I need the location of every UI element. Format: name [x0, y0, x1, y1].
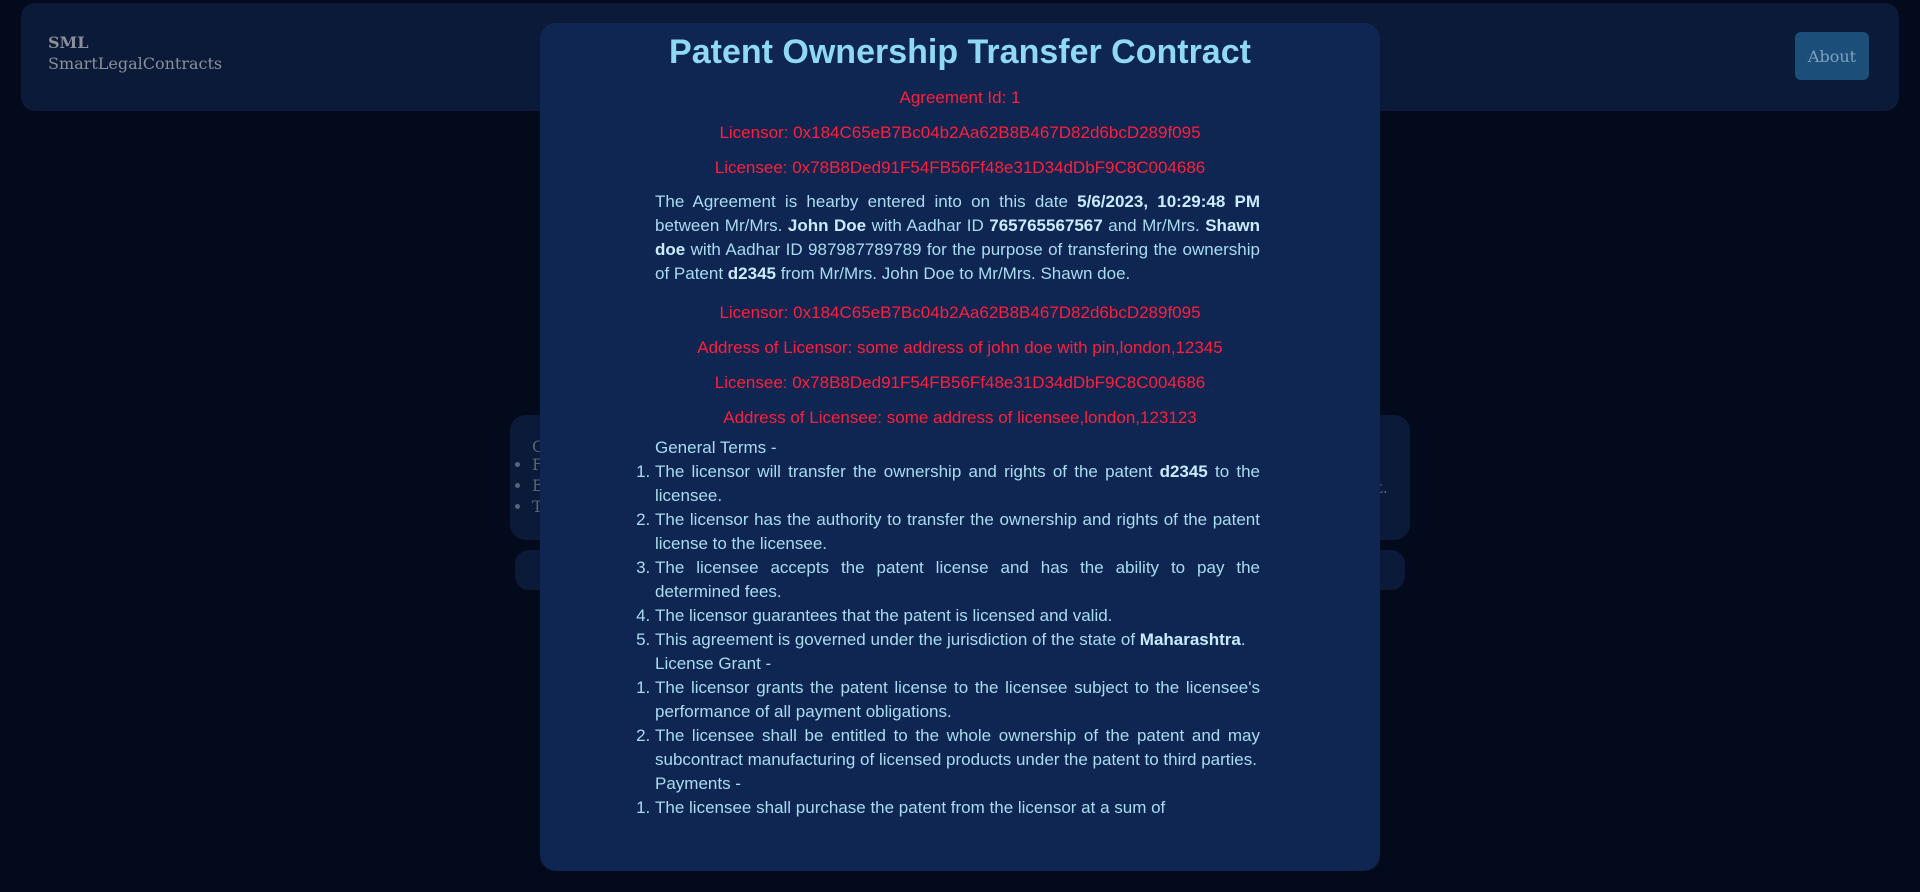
license-grant-list: The licensor grants the patent license t…	[540, 676, 1380, 772]
brand-short: SML	[48, 33, 89, 52]
payments-heading: Payments -	[655, 774, 741, 793]
licensee-wallet: Licensee: 0x78B8Ded91F54FB56Ff48e31D34dD…	[714, 373, 1206, 392]
license-grant-heading: License Grant -	[655, 654, 772, 673]
list-item: The licensee accepts the patent license …	[655, 556, 1260, 604]
agreement-id: Agreement Id: 1	[899, 88, 1021, 107]
agreement-date: 5/6/2023, 10:29:48 PM	[1077, 192, 1260, 211]
background-card-list: F E T	[510, 455, 544, 518]
list-item: The licensor will transfer the ownership…	[655, 460, 1260, 508]
agreement-paragraph: The Agreement is hearby entered into on …	[655, 192, 1261, 283]
brand-long: SmartLegalContracts	[48, 54, 223, 73]
contract-modal[interactable]: Patent Ownership Transfer Contract Agree…	[540, 23, 1380, 871]
general-terms-heading: General Terms -	[655, 438, 777, 457]
general-terms-list: The licensor will transfer the ownership…	[540, 460, 1380, 652]
party1-aadhar: 765765567567	[989, 216, 1103, 235]
list-item: The licensor guarantees that the patent …	[655, 604, 1260, 628]
licensor-address: Address of Licensor: some address of joh…	[697, 338, 1223, 357]
licensee-address: Address of Licensee: some address of lic…	[723, 408, 1197, 427]
list-item: This agreement is governed under the jur…	[655, 628, 1260, 652]
contract-content: Patent Ownership Transfer Contract Agree…	[540, 23, 1380, 820]
list-item: The licensee shall be entitled to the wh…	[655, 724, 1260, 772]
brand-logo[interactable]: SML SmartLegalContracts	[48, 33, 222, 73]
list-item: The licensor has the authority to transf…	[655, 508, 1260, 556]
about-button[interactable]: About	[1795, 32, 1869, 80]
licensee-address-line: Licensee: 0x78B8Ded91F54FB56Ff48e31D34dD…	[714, 158, 1206, 177]
licensor-wallet: Licensor: 0x184C65eB7Bc04b2Aa62B8B467D82…	[719, 303, 1201, 322]
patent-id: d2345	[727, 264, 776, 283]
payments-list: The licensee shall purchase the patent f…	[540, 796, 1380, 820]
list-item: The licensor grants the patent license t…	[655, 676, 1260, 724]
contract-title: Patent Ownership Transfer Contract	[669, 33, 1251, 71]
list-item: The licensee shall purchase the patent f…	[655, 796, 1260, 820]
licensor-address-line: Licensor: 0x184C65eB7Bc04b2Aa62B8B467D82…	[719, 123, 1201, 142]
party1-name: John Doe	[787, 216, 867, 235]
